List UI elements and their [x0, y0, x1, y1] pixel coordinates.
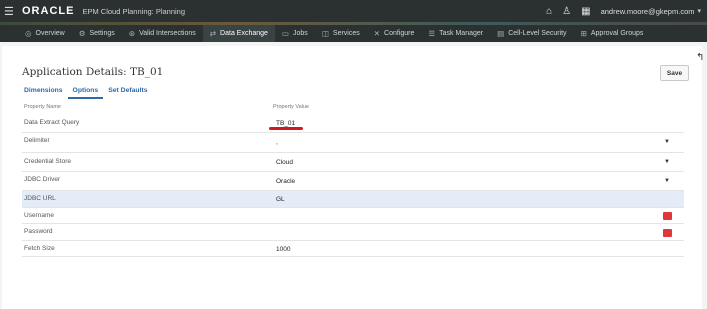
nav-label: Data Exchange: [220, 30, 268, 37]
nav-item-settings[interactable]: ⚙ Settings: [72, 25, 122, 42]
overview-icon: ◎: [25, 29, 32, 38]
nav-label: Overview: [35, 30, 65, 37]
table-header: Property Name Property Value: [22, 104, 684, 114]
hamburger-menu-icon[interactable]: ☰: [4, 5, 18, 18]
nav-label: Jobs: [293, 30, 308, 37]
nav-label: Valid Intersections: [139, 30, 196, 37]
app-title: EPM Cloud Planning: Planning: [82, 6, 186, 16]
navigator-grid-icon[interactable]: ▦: [581, 6, 590, 17]
services-icon: ◫: [321, 29, 329, 38]
property-value-input[interactable]: 1000: [276, 246, 290, 253]
header-right: ⌂ ♙ ▦ andrew.moore@gkepm.com ▾: [546, 0, 701, 22]
nav-label: Configure: [384, 30, 415, 37]
nav-item-task-manager[interactable]: ☰ Task Manager: [421, 25, 490, 42]
user-menu[interactable]: andrew.moore@gkepm.com: [601, 7, 695, 16]
tab-set-defaults[interactable]: Set Defaults: [103, 87, 152, 99]
property-name: Password: [24, 228, 53, 235]
nav-label: Settings: [89, 30, 115, 37]
chevron-down-icon[interactable]: ▼: [664, 139, 670, 145]
nav-item-data-exchange[interactable]: ⇄ Data Exchange: [202, 25, 275, 42]
property-value-select[interactable]: Cloud: [276, 159, 293, 166]
details-tabs: Dimensions Options Set Defaults: [24, 87, 153, 99]
page-title: Application Details: TB_01: [22, 66, 164, 78]
property-name: JDBC URL: [24, 195, 56, 202]
column-header-property-name: Property Name: [24, 104, 61, 110]
property-name: Data Extract Query: [24, 119, 80, 126]
property-value-input[interactable]: GL: [276, 196, 285, 203]
nav-label: Approval Groups: [590, 30, 644, 37]
nav-item-overview[interactable]: ◎ Overview: [18, 25, 72, 42]
table-row[interactable]: Username: [22, 208, 684, 224]
nav-label: Cell-Level Security: [508, 30, 567, 37]
property-value-select[interactable]: ,: [276, 139, 278, 146]
home-icon[interactable]: ⌂: [546, 6, 552, 17]
property-name: JDBC Driver: [24, 176, 61, 183]
navigation-bar: ◎ Overview ⚙ Settings ⊛ Valid Intersecti…: [0, 25, 707, 42]
nav-item-cell-level-security[interactable]: ▤ Cell-Level Security: [490, 25, 573, 42]
property-name: Username: [24, 212, 54, 219]
nav-label: Task Manager: [439, 30, 484, 37]
chevron-down-icon[interactable]: ▼: [664, 178, 670, 184]
property-name: Credential Store: [24, 158, 71, 165]
nav-item-services[interactable]: ◫ Services: [315, 25, 367, 42]
tab-dimensions[interactable]: Dimensions: [24, 87, 68, 99]
nav-label: Services: [332, 30, 360, 37]
calendar-icon: ▭: [281, 29, 290, 38]
wrench-icon: ✕: [373, 29, 381, 38]
approval-icon: ⊞: [580, 29, 587, 38]
task-icon: ☰: [428, 29, 436, 38]
property-value-input[interactable]: TB_01: [276, 120, 295, 127]
table-row[interactable]: Password: [22, 224, 684, 241]
table-row[interactable]: Credential Store Cloud ▼: [22, 153, 684, 172]
exchange-icon: ⇄: [209, 29, 217, 38]
table-row[interactable]: Fetch Size 1000: [22, 241, 684, 257]
table-row[interactable]: JDBC Driver Oracle ▼: [22, 172, 684, 191]
column-header-property-value: Property Value: [273, 104, 309, 110]
oracle-logo: ORACLE: [22, 5, 75, 17]
property-table: Data Extract Query TB_01 Delimiter , ▼ C…: [22, 114, 684, 257]
top-header: ☰ ORACLE EPM Cloud Planning: Planning ⌂ …: [0, 0, 707, 22]
save-button[interactable]: Save: [660, 65, 689, 81]
tab-options[interactable]: Options: [67, 87, 104, 99]
nav-item-approval-groups[interactable]: ⊞ Approval Groups: [574, 25, 651, 42]
chevron-down-icon[interactable]: ▼: [664, 159, 670, 165]
required-error-icon: [663, 212, 672, 220]
property-name: Fetch Size: [24, 245, 55, 252]
nav-item-valid-intersections[interactable]: ⊛ Valid Intersections: [122, 25, 203, 42]
table-row[interactable]: Delimiter , ▼: [22, 133, 684, 153]
table-row[interactable]: Data Extract Query TB_01: [22, 114, 684, 133]
property-name: Delimiter: [24, 137, 50, 144]
accessibility-icon[interactable]: ♙: [562, 6, 571, 17]
security-icon: ▤: [497, 29, 505, 38]
chevron-down-icon[interactable]: ▾: [697, 7, 701, 15]
intersection-icon: ⊛: [128, 29, 136, 38]
nav-item-jobs[interactable]: ▭ Jobs: [275, 25, 315, 42]
red-annotation-underline: [269, 127, 303, 130]
back-arrow-icon[interactable]: ↰: [696, 52, 704, 63]
gear-icon: ⚙: [78, 29, 86, 38]
property-value-select[interactable]: Oracle: [276, 178, 295, 185]
required-error-icon: [663, 229, 672, 237]
table-row[interactable]: JDBC URL GL: [22, 191, 684, 208]
nav-item-configure[interactable]: ✕ Configure: [367, 25, 422, 42]
